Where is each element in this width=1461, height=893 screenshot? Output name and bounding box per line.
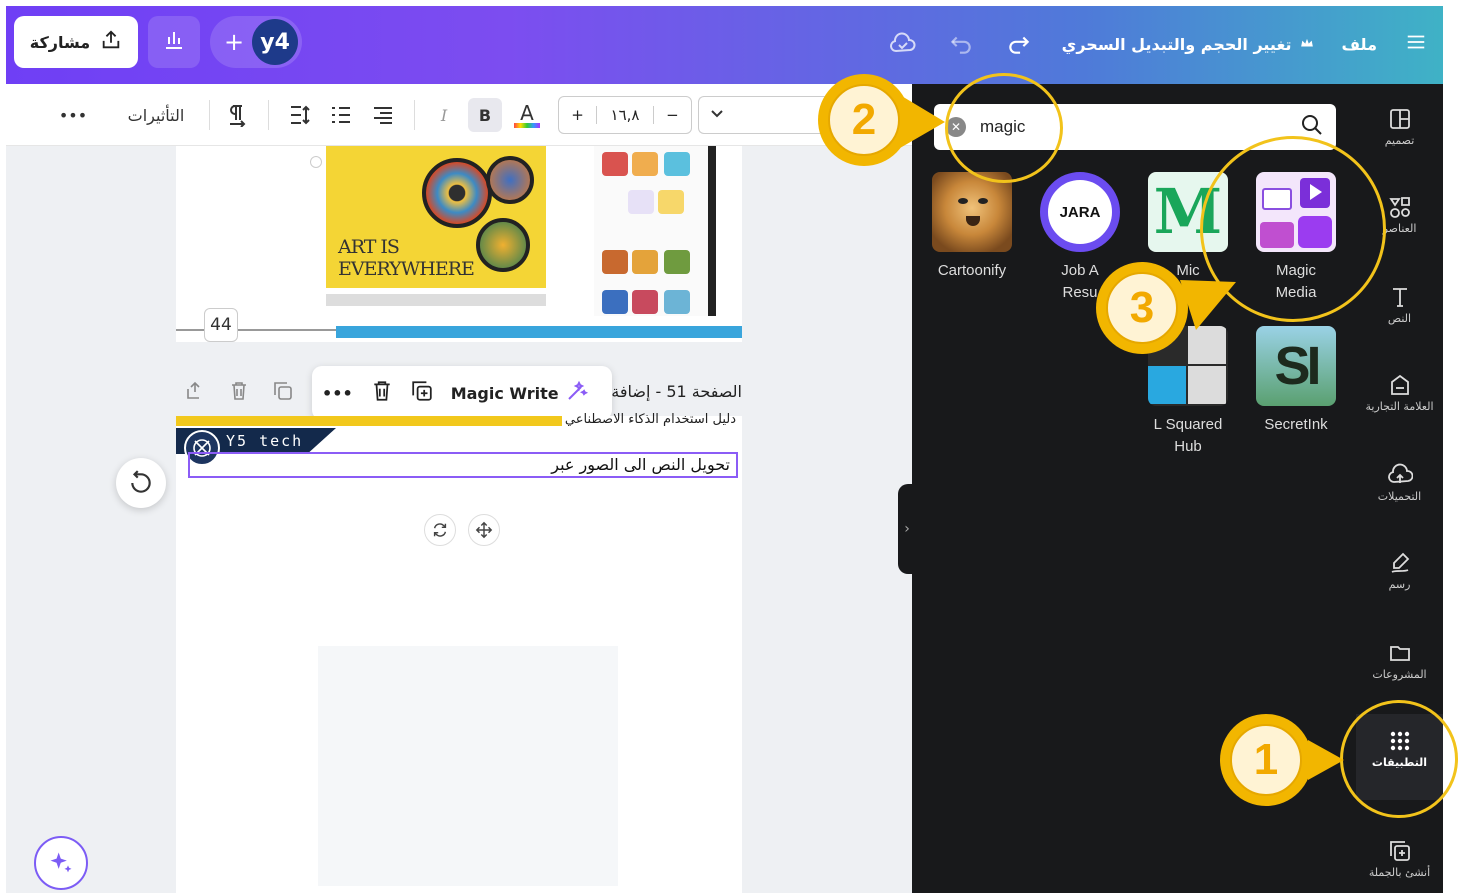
step-3-number: 3 — [1106, 272, 1178, 344]
step-1-badge: 1 — [1220, 714, 1312, 806]
step-2-number: 2 — [828, 84, 900, 156]
step-3-badge: 3 — [1096, 262, 1188, 354]
step-1-number: 1 — [1230, 724, 1302, 796]
step-2-badge: 2 — [818, 74, 910, 166]
